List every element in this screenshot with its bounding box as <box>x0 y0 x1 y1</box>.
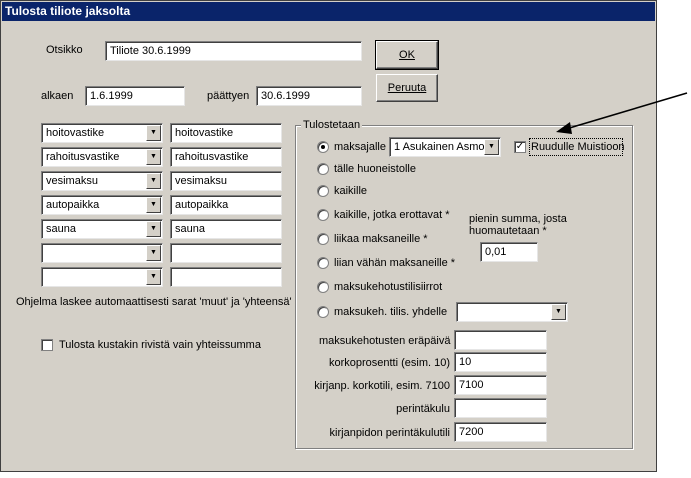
radio-overpaid-label: liikaa maksaneille * <box>334 233 428 245</box>
chevron-down-icon[interactable]: ▼ <box>146 125 161 141</box>
min-sum-label: pienin summa, josta huomautetaan * <box>469 213 567 237</box>
start-date-label: alkaen <box>41 90 74 102</box>
ok-button[interactable]: OK <box>375 40 439 70</box>
charge-select-5-value: sauna <box>46 223 76 235</box>
radio-single-account-label: maksukeh. tilis. yhdelle <box>334 306 448 318</box>
radio-payer[interactable] <box>317 141 329 153</box>
chevron-down-icon[interactable]: ▼ <box>146 269 161 285</box>
charge-label-input-2[interactable]: rahoitusvastike <box>170 147 282 167</box>
charge-label-input-6[interactable] <box>170 243 282 263</box>
cancel-button-label: Peruuta <box>387 82 427 94</box>
charge-select-5[interactable]: sauna ▼ <box>41 219 163 239</box>
charge-select-3[interactable]: vesimaksu ▼ <box>41 171 163 191</box>
title-input[interactable]: Tiliote 30.6.1999 <box>105 41 362 61</box>
arrow-annotation-icon <box>556 92 688 134</box>
charge-label-input-5[interactable]: sauna <box>170 219 282 239</box>
collection-fee-label: perintäkulu <box>396 403 450 415</box>
end-date-input[interactable]: 30.6.1999 <box>256 86 362 106</box>
reminder-due-input[interactable] <box>454 330 547 350</box>
single-account-select[interactable]: ▼ <box>456 302 568 322</box>
chevron-down-icon[interactable]: ▼ <box>146 245 161 261</box>
radio-all-differ-label: kaikille, jotka erottavat * <box>334 209 450 221</box>
radio-underpaid-label: liian vähän maksaneille * <box>334 257 456 269</box>
charge-select-3-value: vesimaksu <box>46 175 98 187</box>
charge-select-4-value: autopaikka <box>46 199 100 211</box>
radio-payer-label: maksajalle <box>334 141 386 153</box>
collection-account-input[interactable]: 7200 <box>454 422 547 442</box>
print-statement-dialog: Tulosta tiliote jaksolta Otsikko Tiliote… <box>0 0 657 472</box>
interest-rate-label: korkoprosentti (esim. 10) <box>328 357 450 369</box>
interest-account-label: kirjanp. korkotili, esim. 7100 <box>314 380 450 392</box>
charge-label-input-3[interactable]: vesimaksu <box>170 171 282 191</box>
charge-select-2[interactable]: rahoitusvastike ▼ <box>41 147 163 167</box>
print-target-legend: Tulostetaan <box>301 118 363 132</box>
chevron-down-icon[interactable]: ▼ <box>484 139 499 155</box>
start-date-input[interactable]: 1.6.1999 <box>85 86 185 106</box>
cancel-button[interactable]: Peruuta <box>376 74 438 102</box>
interest-account-input[interactable]: 7100 <box>454 375 547 395</box>
auto-columns-note: Ohjelma laskee automaattisesti sarat 'mu… <box>16 296 292 308</box>
charge-select-1-value: hoitovastike <box>46 127 105 139</box>
radio-this-apartment-label: tälle huoneistolle <box>334 163 416 175</box>
radio-reminder-transfers[interactable] <box>317 281 329 293</box>
charge-select-6[interactable]: ▼ <box>41 243 163 263</box>
radio-all-differ[interactable] <box>317 209 329 221</box>
charge-label-input-1[interactable]: hoitovastike <box>170 123 282 143</box>
screen-memo-label: Ruudulle Muistioon <box>531 141 625 153</box>
charge-label-input-4[interactable]: autopaikka <box>170 195 282 215</box>
interest-rate-input[interactable]: 10 <box>454 352 547 372</box>
collection-account-label: kirjanpidon perintäkulutili <box>329 427 450 439</box>
radio-single-account[interactable] <box>317 306 329 318</box>
reminder-due-label: maksukehotusten eräpäivä <box>319 335 451 347</box>
min-sum-input[interactable]: 0,01 <box>480 242 538 262</box>
ok-button-label: OK <box>399 49 415 61</box>
sum-only-label: Tulosta kustakin rivistä vain yhteissumm… <box>59 339 261 351</box>
radio-this-apartment[interactable] <box>317 163 329 175</box>
screen-memo-checkbox[interactable]: ✓ <box>514 141 526 153</box>
chevron-down-icon[interactable]: ▼ <box>146 173 161 189</box>
charge-select-4[interactable]: autopaikka ▼ <box>41 195 163 215</box>
radio-overpaid[interactable] <box>317 233 329 245</box>
chevron-down-icon[interactable]: ▼ <box>146 221 161 237</box>
title-label: Otsikko <box>46 44 83 56</box>
chevron-down-icon[interactable]: ▼ <box>146 197 161 213</box>
chevron-down-icon[interactable]: ▼ <box>146 149 161 165</box>
charge-label-input-7[interactable] <box>170 267 282 287</box>
end-date-label: päättyen <box>207 90 250 102</box>
window-title: Tulosta tiliote jaksolta <box>2 2 655 21</box>
radio-all[interactable] <box>317 185 329 197</box>
chevron-down-icon[interactable]: ▼ <box>551 304 566 320</box>
sum-only-checkbox[interactable] <box>41 339 53 351</box>
payer-select[interactable]: 1 Asukainen Asmo ▼ <box>389 137 501 157</box>
radio-all-label: kaikille <box>334 185 368 197</box>
collection-fee-input[interactable] <box>454 398 547 418</box>
charge-select-1[interactable]: hoitovastike ▼ <box>41 123 163 143</box>
charge-select-7[interactable]: ▼ <box>41 267 163 287</box>
radio-reminder-transfers-label: maksukehotustilisiirrot <box>334 281 443 293</box>
radio-underpaid[interactable] <box>317 257 329 269</box>
charge-select-2-value: rahoitusvastike <box>46 151 120 163</box>
payer-select-value: 1 Asukainen Asmo <box>394 141 485 153</box>
